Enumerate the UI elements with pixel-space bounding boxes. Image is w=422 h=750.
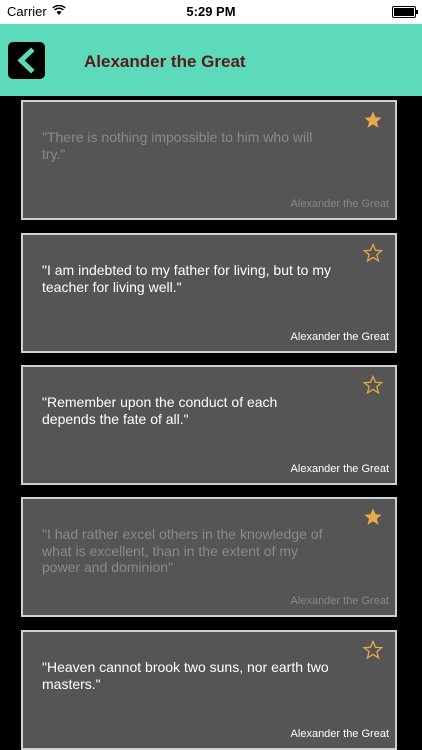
star-outline-icon[interactable] (363, 640, 383, 660)
quote-text: "I am indebted to my father for living, … (42, 262, 331, 295)
status-time: 5:29 PM (186, 4, 236, 19)
battery-icon (392, 6, 418, 18)
nav-bar: Alexander the Great (0, 24, 422, 96)
quote-card[interactable]: "I am indebted to my father for living, … (21, 233, 397, 353)
quote-card[interactable]: "I had rather excel others in the knowle… (21, 497, 397, 617)
quote-card[interactable]: "There is nothing impossible to him who … (21, 100, 397, 220)
quote-author: Alexander the Great (290, 728, 389, 740)
quote-card[interactable]: "Remember upon the conduct of each depen… (21, 365, 397, 485)
back-button[interactable] (8, 42, 45, 79)
quote-author: Alexander the Great (290, 331, 389, 343)
quote-author: Alexander the Great (290, 198, 389, 210)
star-outline-icon[interactable] (363, 375, 383, 395)
quote-text: "Heaven cannot brook two suns, nor earth… (42, 659, 329, 692)
page-title: Alexander the Great (84, 52, 246, 71)
quote-text: "I had rather excel others in the knowle… (42, 526, 323, 575)
status-bar: Carrier 5:29 PM (0, 0, 422, 24)
star-filled-icon[interactable] (363, 507, 383, 527)
quote-card[interactable]: "Heaven cannot brook two suns, nor earth… (21, 630, 397, 750)
star-filled-icon[interactable] (363, 110, 383, 130)
quote-text: "There is nothing impossible to him who … (42, 129, 313, 162)
quote-author: Alexander the Great (290, 595, 389, 607)
star-outline-icon[interactable] (363, 243, 383, 263)
quote-author: Alexander the Great (290, 463, 389, 475)
quote-text: "Remember upon the conduct of each depen… (42, 394, 278, 427)
chevron-left-icon (17, 47, 35, 74)
